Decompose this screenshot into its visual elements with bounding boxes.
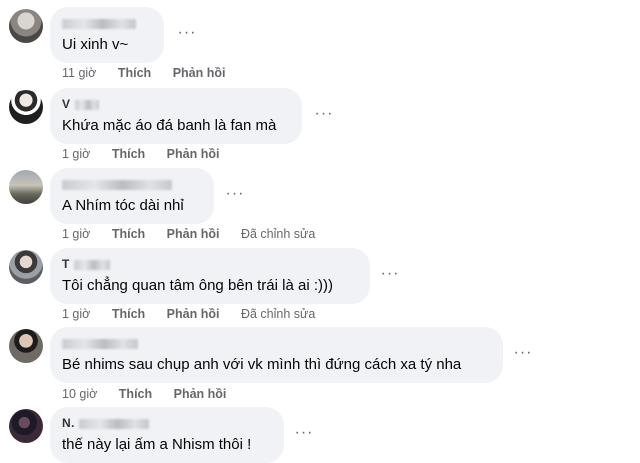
commenter-name[interactable] xyxy=(62,177,172,191)
reply-button[interactable]: Phản hồi xyxy=(167,147,220,161)
like-button[interactable]: Thích xyxy=(119,387,152,401)
comment-actions: 10 giờ Thích Phản hồi xyxy=(62,387,244,401)
commenter-name[interactable] xyxy=(62,336,138,350)
comment-time[interactable]: 1 giờ xyxy=(62,307,90,321)
comment-time[interactable]: 1 giờ xyxy=(62,227,90,241)
more-options-icon[interactable]: ··· xyxy=(225,186,245,203)
comment-text: Ui xinh v~ xyxy=(62,36,129,53)
avatar[interactable] xyxy=(9,170,43,204)
comment-actions: 11 giờ Thích Phản hồi xyxy=(62,66,243,80)
comment-actions: 1 giờ Thích Phản hồi Đã chỉnh sửa xyxy=(62,307,333,321)
more-options-icon[interactable]: ··· xyxy=(380,266,400,283)
avatar[interactable] xyxy=(9,9,43,43)
comment-bubble: Bé nhims sau chụp anh với vk mình thì đứ… xyxy=(50,327,503,383)
reply-button[interactable]: Phản hồi xyxy=(173,66,226,80)
comment-bubble: Ui xinh v~ xyxy=(50,7,164,63)
comment-actions: 1 giờ Thích Phản hồi xyxy=(62,147,237,161)
comment-text: A Nhím tóc dài nhỉ xyxy=(62,197,184,214)
reply-button[interactable]: Phản hồi xyxy=(167,227,220,241)
commenter-name[interactable]: V xyxy=(62,97,99,111)
comment-time[interactable]: 1 giờ xyxy=(62,147,90,161)
comment-time[interactable]: 11 giờ xyxy=(62,66,96,80)
comment-text: Bé nhims sau chụp anh với vk mình thì đứ… xyxy=(62,356,462,373)
like-button[interactable]: Thích xyxy=(112,227,145,241)
comment-bubble: T Tôi chẳng quan tâm ông bên trái là ai … xyxy=(50,248,370,304)
avatar[interactable] xyxy=(9,90,43,124)
reply-button[interactable]: Phản hồi xyxy=(167,307,220,321)
comment-text: Khứa mặc áo đá banh là fan mà xyxy=(62,117,277,134)
edited-label[interactable]: Đã chỉnh sửa xyxy=(241,307,315,321)
edited-label[interactable]: Đã chỉnh sửa xyxy=(241,227,315,241)
commenter-name[interactable]: T xyxy=(62,257,110,271)
reply-button[interactable]: Phản hồi xyxy=(174,387,227,401)
like-button[interactable]: Thích xyxy=(112,147,145,161)
more-options-icon[interactable]: ··· xyxy=(513,345,533,362)
comment-time[interactable]: 10 giờ xyxy=(62,387,97,401)
avatar[interactable] xyxy=(9,409,43,443)
avatar[interactable] xyxy=(9,329,43,363)
commenter-name[interactable]: N. xyxy=(62,416,149,430)
avatar[interactable] xyxy=(9,250,43,284)
comment-bubble: A Nhím tóc dài nhỉ xyxy=(50,168,214,224)
more-options-icon[interactable]: ··· xyxy=(314,106,334,123)
commenter-name[interactable] xyxy=(62,16,136,30)
comment-actions: 1 giờ Thích Phản hồi Đã chỉnh sửa xyxy=(62,227,333,241)
more-options-icon[interactable]: ··· xyxy=(177,25,197,42)
like-button[interactable]: Thích xyxy=(118,66,151,80)
like-button[interactable]: Thích xyxy=(112,307,145,321)
comment-text: Tôi chẳng quan tâm ông bên trái là ai :)… xyxy=(62,277,333,294)
comment-text: thế này lại ấm a Nhism thôi ! xyxy=(62,436,252,453)
comment-bubble: V Khứa mặc áo đá banh là fan mà xyxy=(50,88,302,144)
more-options-icon[interactable]: ··· xyxy=(294,425,314,442)
comment-bubble: N. thế này lại ấm a Nhism thôi ! xyxy=(50,407,284,463)
